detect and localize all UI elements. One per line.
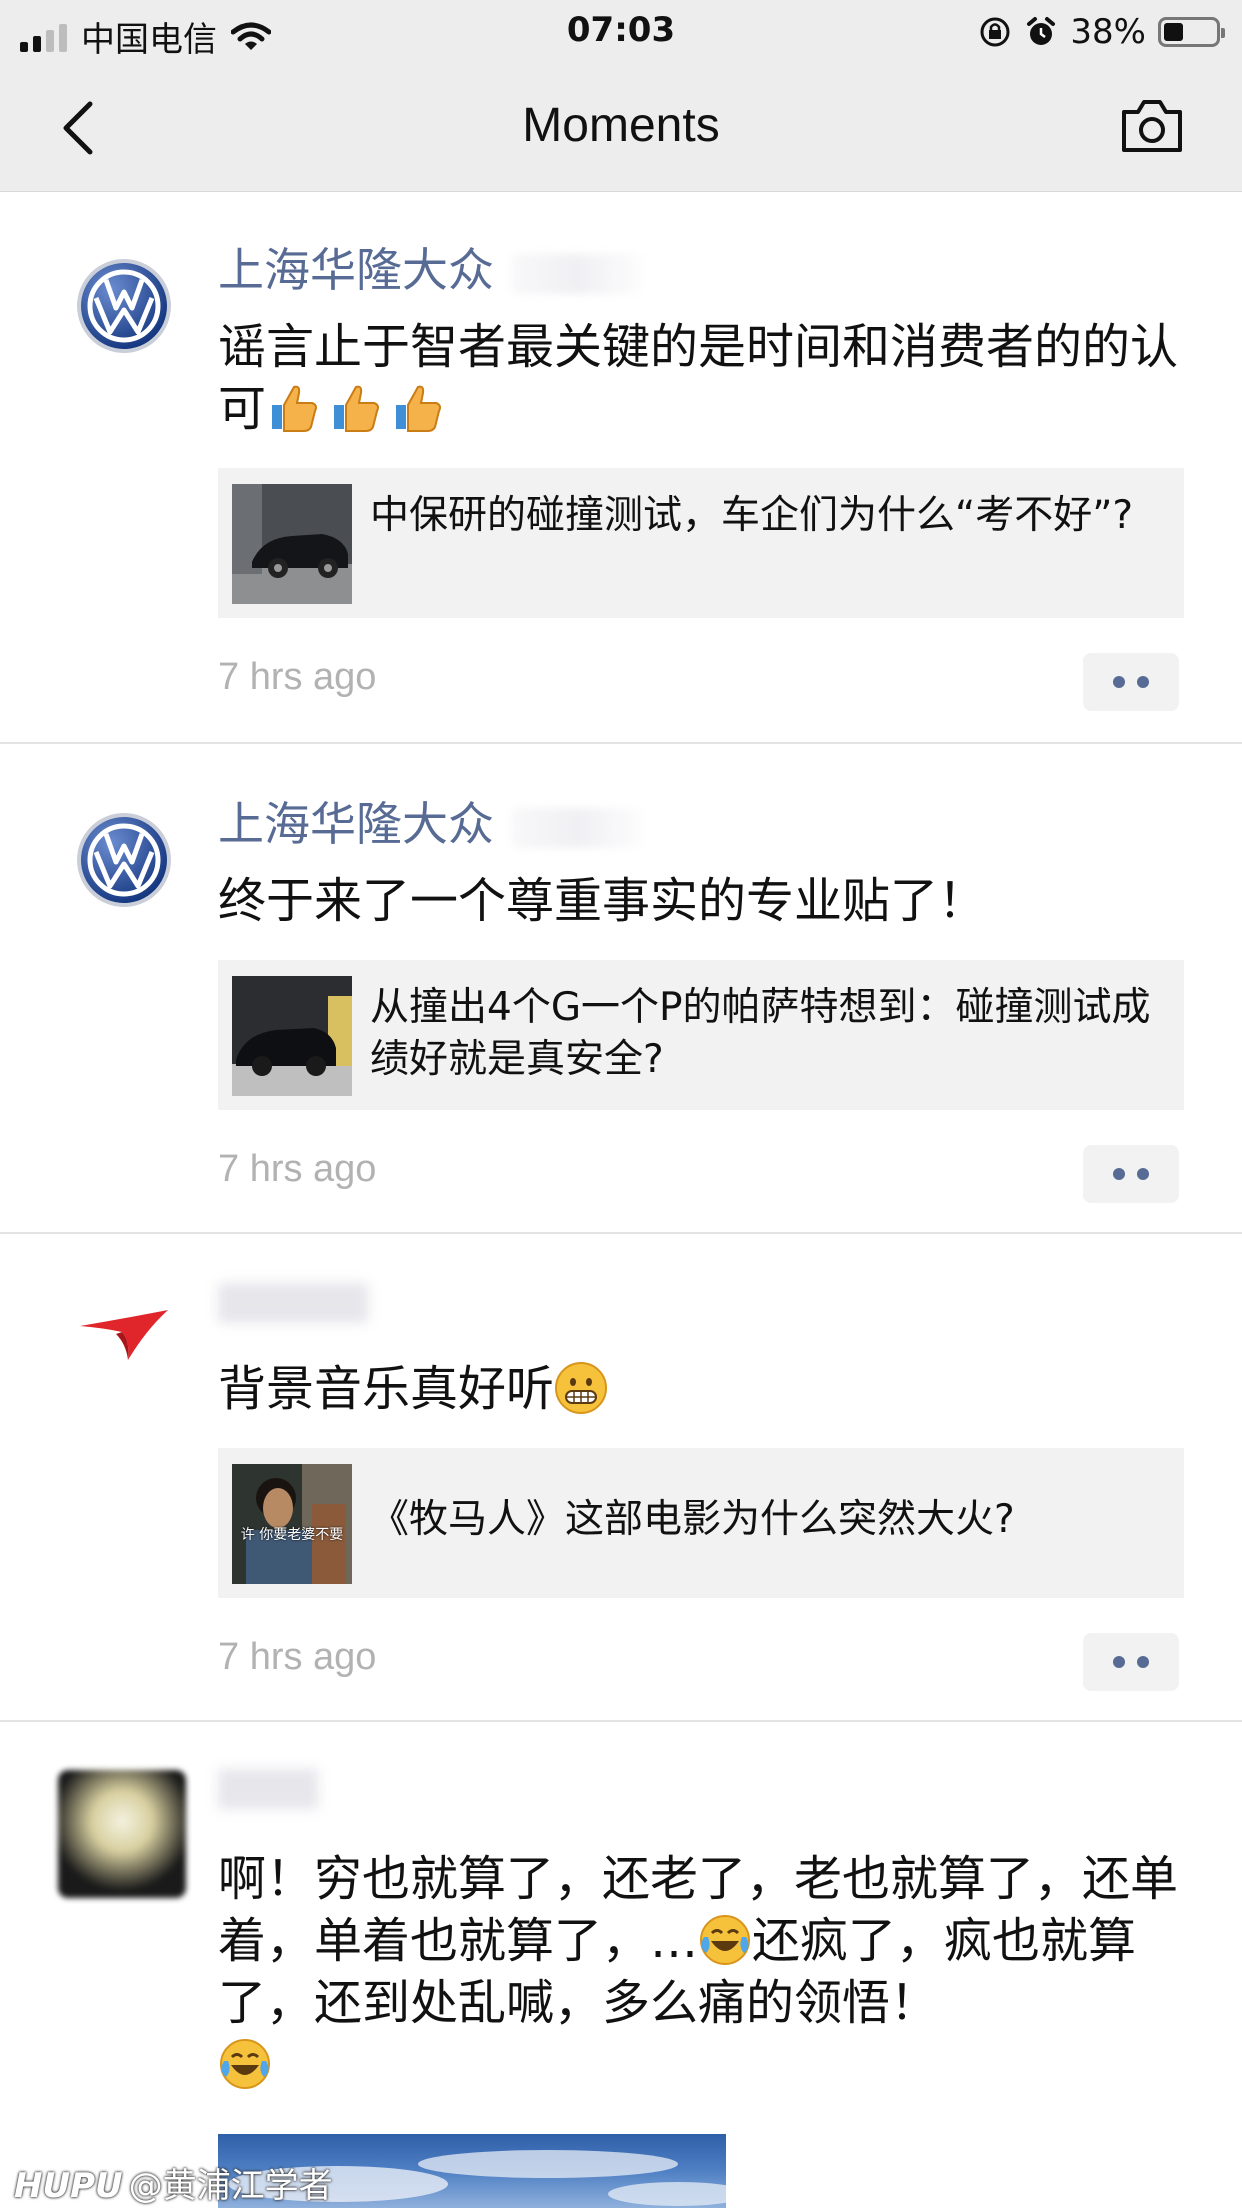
- moment-post: 背景音乐真好听 许 你要老婆不要 《牧马人》这部电影为什么突然大火? 7 hrs…: [0, 1234, 1242, 1722]
- moment-post: 上海华隆大众 谣言止于智者最关键的是时间和消费者的的认可 中保研的碰撞测试，车企…: [0, 192, 1242, 744]
- redacted-name: [218, 1769, 318, 1809]
- post-time: 7 hrs ago: [218, 656, 377, 698]
- post-author[interactable]: 上海华隆大众: [218, 788, 642, 854]
- battery-percent: 38%: [1070, 12, 1146, 52]
- nav-bar: Moments: [0, 64, 1242, 192]
- post-text-content: 终于来了一个尊重事实的专业贴了！: [218, 873, 987, 929]
- status-bar: 中国电信 07:03 38%: [0, 0, 1242, 64]
- post-text: 背景音乐真好听: [218, 1358, 1178, 1420]
- orientation-lock-icon: [980, 17, 1010, 47]
- shared-link-card[interactable]: 中保研的碰撞测试，车企们为什么“考不好”?: [218, 468, 1184, 618]
- moment-post: 上海华隆大众 终于来了一个尊重事实的专业贴了！ 从撞出4个G一个P的帕萨特想到：…: [0, 744, 1242, 1234]
- battery-icon: [1158, 17, 1225, 47]
- grimace-emoji-icon: [555, 1362, 608, 1414]
- alarm-icon: [1027, 17, 1056, 45]
- watermark-text: @黄浦江学者: [128, 2166, 333, 2206]
- red-swoosh-icon[interactable]: [76, 1290, 172, 1386]
- more-actions-button[interactable]: [1083, 1633, 1179, 1691]
- post-time: 7 hrs ago: [218, 1148, 377, 1190]
- post-author[interactable]: [218, 1280, 368, 1334]
- post-text-content: 背景音乐真好听: [218, 1361, 555, 1417]
- vw-logo-icon[interactable]: [76, 258, 172, 354]
- link-title: 中保研的碰撞测试，车企们为什么“考不好”?: [370, 493, 1134, 538]
- thumbs-up-icon: [272, 385, 317, 432]
- link-thumbnail: [232, 976, 352, 1096]
- laughing-crying-emoji-icon: [220, 2039, 270, 2089]
- page-title: Moments: [522, 99, 720, 152]
- thumbnail-caption: 许 你要老婆不要: [240, 1527, 344, 1543]
- vw-logo-icon[interactable]: [76, 812, 172, 908]
- post-text: 啊！穷也就算了，还老了，老也就算了，还单着，单着也就算了，… 还疯了，疯也就算了，…: [218, 1848, 1178, 2096]
- link-thumbnail: 许 你要老婆不要: [232, 1464, 352, 1584]
- thumbs-up-icon: [396, 385, 441, 432]
- redacted-name: [512, 253, 642, 294]
- moment-post: 啊！穷也就算了，还老了，老也就算了，还单着，单着也就算了，… 还疯了，疯也就算了，…: [0, 1722, 1242, 2208]
- redacted-name: [218, 1283, 368, 1323]
- blurred-avatar-icon[interactable]: [58, 1770, 186, 1898]
- laughing-crying-emoji-icon: [700, 1915, 751, 1965]
- author-name[interactable]: 上海华隆大众: [218, 243, 494, 297]
- watermark-brand: HUPU: [14, 2166, 123, 2206]
- post-time: 7 hrs ago: [218, 1636, 377, 1678]
- redacted-name: [512, 807, 642, 848]
- author-name[interactable]: 上海华隆大众: [218, 797, 494, 851]
- link-title: 《牧马人》这部电影为什么突然大火?: [370, 1497, 1015, 1542]
- post-text: 谣言止于智者最关键的是时间和消费者的的认可: [218, 316, 1178, 440]
- link-thumbnail: [232, 484, 352, 604]
- watermark: HUPU @黄浦江学者: [14, 2158, 333, 2207]
- shared-link-card[interactable]: 许 你要老婆不要 《牧马人》这部电影为什么突然大火?: [218, 1448, 1184, 1598]
- shared-link-card[interactable]: 从撞出4个G一个P的帕萨特想到：碰撞测试成绩好就是真安全?: [218, 960, 1184, 1110]
- post-text: 终于来了一个尊重事实的专业贴了！: [218, 870, 1178, 932]
- camera-icon[interactable]: [1118, 94, 1186, 158]
- more-actions-button[interactable]: [1083, 1145, 1179, 1203]
- post-author[interactable]: 上海华隆大众: [218, 234, 642, 300]
- thumbs-up-icon: [334, 385, 379, 432]
- more-actions-button[interactable]: [1083, 653, 1179, 711]
- post-author[interactable]: [218, 1766, 318, 1820]
- post-text-content: 啊！穷也就算了，还老了，老也就算了，还单着，单着也就算了，… 还疯了，疯也就算了，…: [218, 1851, 1178, 2093]
- link-title: 从撞出4个G一个P的帕萨特想到：碰撞测试成绩好就是真安全?: [370, 985, 1151, 1082]
